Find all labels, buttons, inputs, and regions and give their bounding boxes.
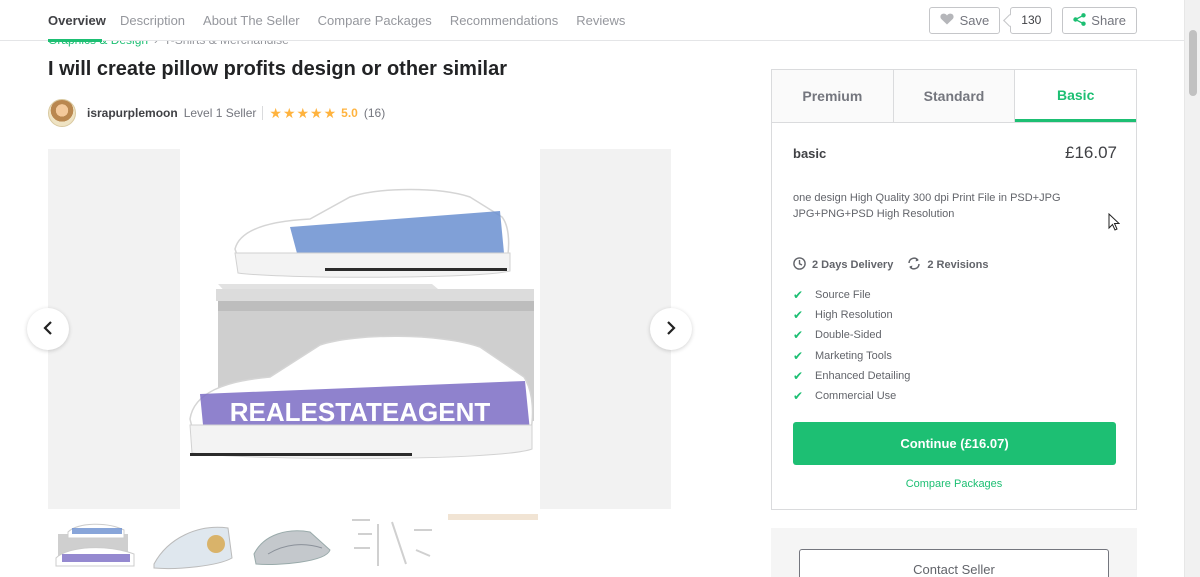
heart-icon (940, 13, 954, 28)
check-icon: ✔ (793, 288, 804, 303)
feature-item: ✔ High Resolution (793, 305, 910, 325)
tab-basic[interactable]: Basic (1015, 70, 1137, 122)
gallery-thumbnails (48, 514, 538, 572)
nav-tab-recommendations[interactable]: Recommendations (450, 0, 558, 41)
star-rating-icon: ★★★★★ (269, 104, 338, 121)
divider (262, 106, 264, 120)
seller-name[interactable]: israpurplemoon (87, 106, 178, 120)
share-icon (1073, 12, 1086, 29)
nav-links: Overview Description About The Seller Co… (48, 0, 643, 42)
contact-seller-button[interactable]: Contact Seller (799, 549, 1109, 577)
nav-tab-reviews[interactable]: Reviews (576, 0, 625, 41)
gallery-thumbnail[interactable] (448, 514, 538, 572)
share-label: Share (1091, 13, 1126, 28)
feature-label: High Resolution (815, 309, 893, 322)
nav-tab-about-seller[interactable]: About The Seller (203, 0, 300, 41)
clock-icon (793, 257, 806, 273)
nav-tab-description[interactable]: Description (120, 0, 185, 41)
check-icon: ✔ (793, 308, 804, 323)
feature-item: ✔ Commercial Use (793, 386, 910, 406)
delivery-info: 2 Days Delivery (793, 257, 893, 273)
save-button[interactable]: Save (928, 7, 1001, 34)
delivery-time: 2 Days Delivery (812, 259, 894, 271)
nav-tab-compare-packages[interactable]: Compare Packages (318, 0, 432, 41)
feature-item: ✔ Marketing Tools (793, 346, 910, 366)
seller-level: Level 1 Seller (183, 106, 257, 120)
gallery-thumbnail[interactable] (248, 514, 338, 572)
contact-seller-section: Contact Seller (771, 528, 1137, 577)
package-name: basic (793, 146, 827, 161)
compare-packages-link[interactable]: Compare Packages (772, 478, 1136, 490)
rating-score: 5.0 (341, 106, 358, 120)
revisions-info: 2 Revisions (907, 257, 988, 273)
tab-standard[interactable]: Standard (893, 70, 1016, 122)
feature-label: Enhanced Detailing (815, 369, 911, 382)
gallery-thumbnail[interactable] (48, 514, 138, 572)
page-scrollbar[interactable] (1184, 0, 1200, 577)
share-button[interactable]: Share (1062, 7, 1137, 34)
package-panel: Premium Standard Basic basic £16.07 one … (771, 69, 1137, 510)
check-icon: ✔ (793, 348, 804, 363)
gallery: REALESTATEAGENT (48, 149, 671, 509)
ratings-count[interactable]: (16) (364, 106, 385, 120)
package-header: basic £16.07 (793, 143, 1117, 163)
gallery-main-image[interactable]: REALESTATEAGENT (180, 149, 540, 509)
tab-premium[interactable]: Premium (772, 70, 894, 122)
package-price: £16.07 (1065, 143, 1117, 162)
feature-item: ✔ Source File (793, 285, 910, 305)
continue-button[interactable]: Continue (£16.07) (793, 422, 1116, 465)
seller-overview: israpurplemoon Level 1 Seller ★★★★★ 5.0 … (48, 98, 385, 128)
chevron-left-icon (43, 319, 53, 340)
nav-actions: Save 130 Share (928, 7, 1137, 34)
nav-tab-overview[interactable]: Overview (48, 0, 106, 42)
gallery-prev-button[interactable] (27, 308, 69, 350)
mouse-cursor-icon (1108, 212, 1121, 231)
page-title: I will create pillow profits design or o… (48, 58, 507, 80)
feature-label: Double-Sided (815, 329, 882, 342)
package-meta: 2 Days Delivery 2 Revisions (793, 257, 988, 273)
refresh-icon (907, 257, 921, 273)
gallery-thumbnail[interactable] (348, 514, 438, 572)
revisions-count: 2 Revisions (927, 259, 989, 271)
check-icon: ✔ (793, 368, 804, 383)
package-tabs: Premium Standard Basic (772, 70, 1137, 123)
save-count: 130 (1010, 7, 1053, 34)
package-features: ✔ Source File ✔ High Resolution ✔ Double-Si… (793, 285, 910, 406)
gallery-next-button[interactable] (650, 308, 692, 350)
scrollbar-thumb[interactable] (1189, 30, 1197, 96)
save-label: Save (959, 13, 990, 28)
feature-label: Marketing Tools (815, 349, 892, 362)
avatar[interactable] (48, 99, 76, 127)
feature-label: Source File (815, 289, 871, 302)
feature-item: ✔ Enhanced Detailing (793, 366, 910, 386)
top-navigation: Overview Description About The Seller Co… (0, 0, 1184, 42)
feature-label: Commercial Use (815, 390, 897, 403)
feature-item: ✔ Double-Sided (793, 325, 910, 345)
chevron-right-icon (666, 319, 676, 340)
shoe-print-text: REALESTATEAGENT (230, 397, 491, 427)
gallery-thumbnail[interactable] (148, 514, 238, 572)
check-icon: ✔ (793, 328, 804, 343)
package-description: one design High Quality 300 dpi Print Fi… (793, 192, 1061, 220)
check-icon: ✔ (793, 389, 804, 404)
